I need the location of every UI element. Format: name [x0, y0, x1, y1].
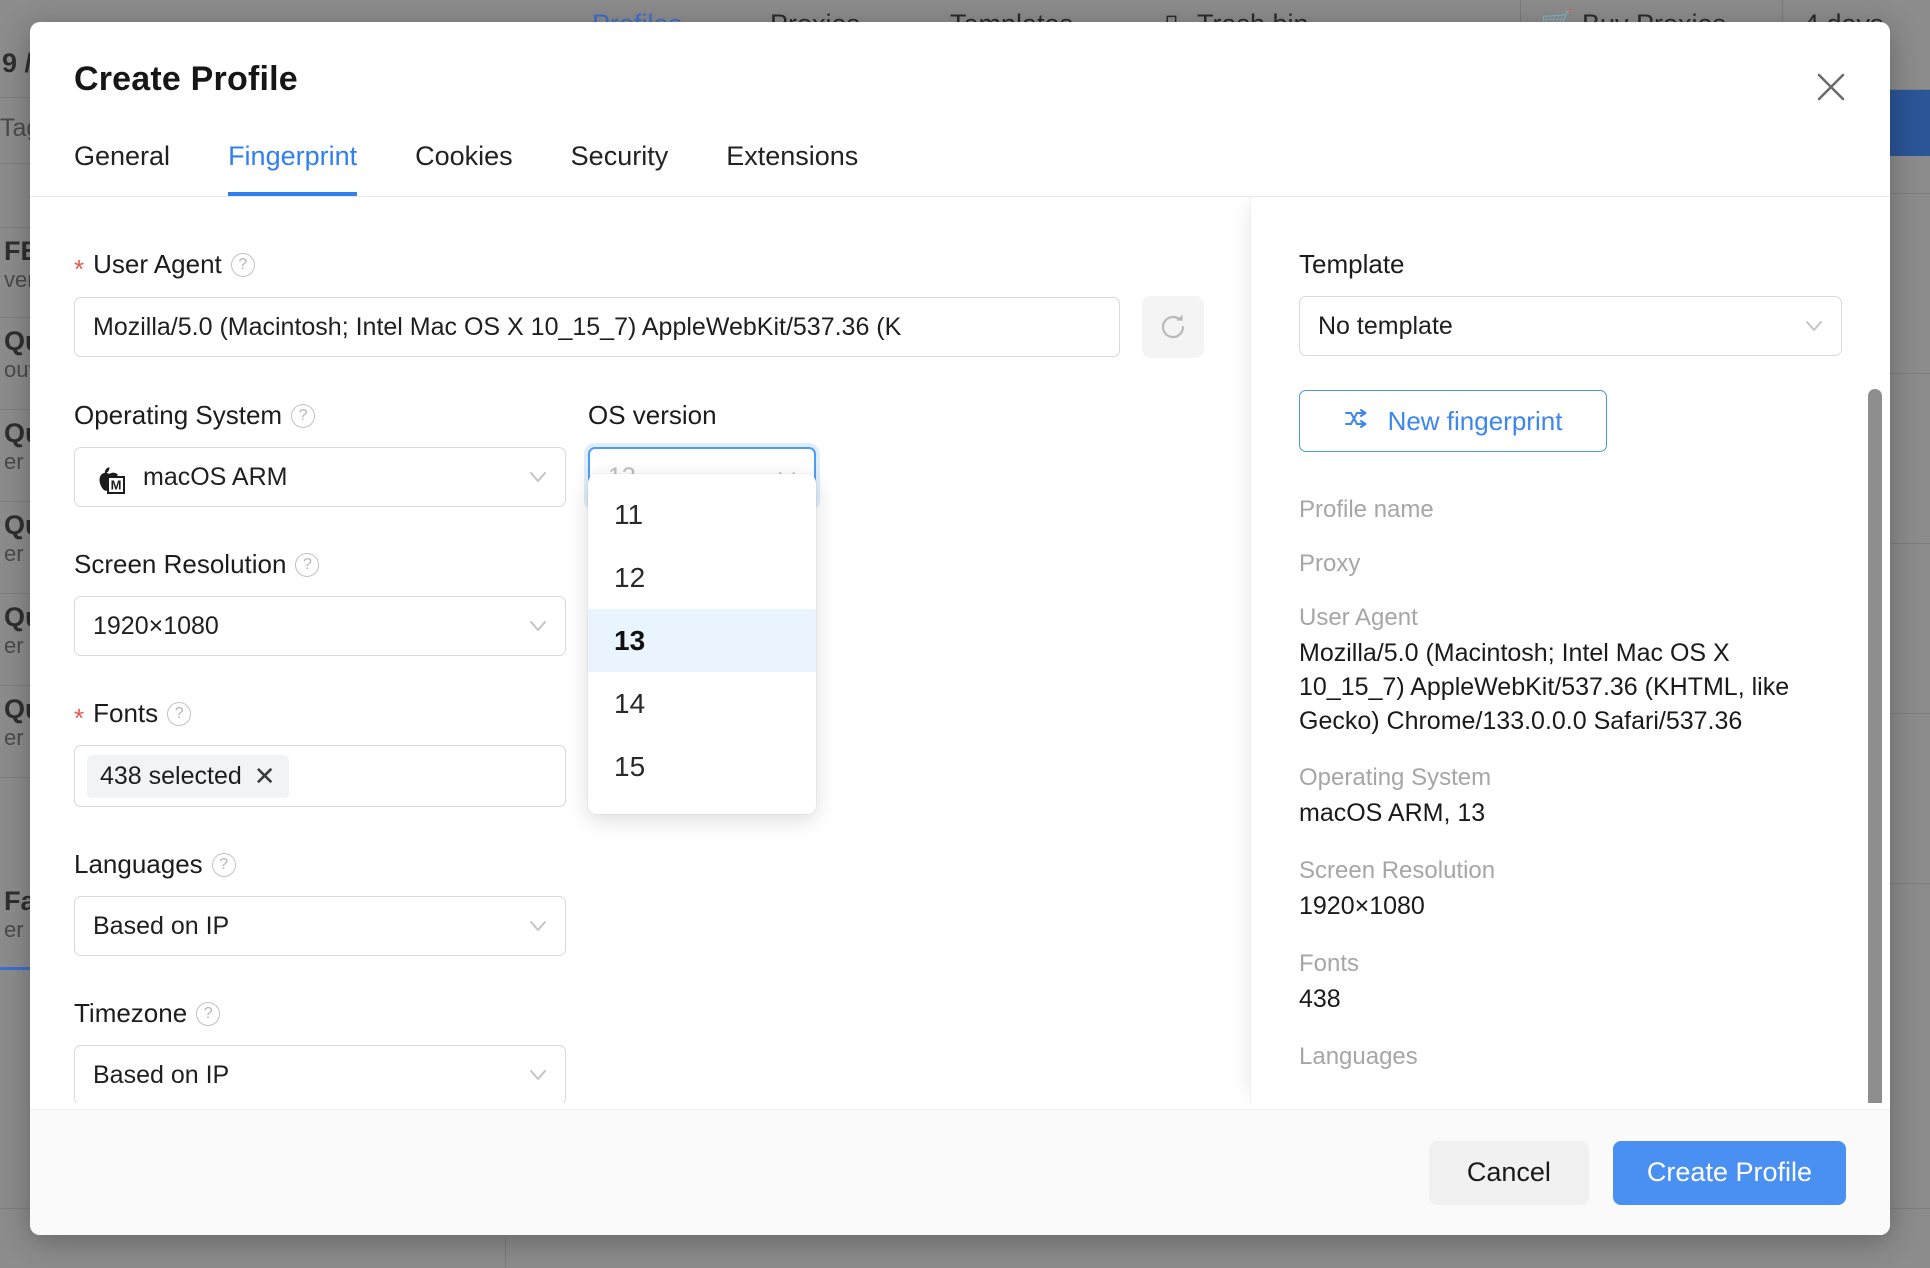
- os-version-option-12[interactable]: 12: [588, 546, 816, 609]
- user-agent-row: Mozilla/5.0 (Macintosh; Intel Mac OS X 1…: [74, 296, 1204, 358]
- os-version-label-row: OS version: [588, 400, 816, 431]
- user-agent-label-row: * User Agent ?: [74, 249, 1250, 284]
- user-agent-label: User Agent: [93, 249, 222, 279]
- os-row: Operating System ? M macOS ARM OS versio…: [74, 400, 1250, 814]
- os-version-label: OS version: [588, 400, 717, 430]
- os-version-option-15[interactable]: 15: [588, 735, 816, 798]
- os-version-option-14[interactable]: 14: [588, 672, 816, 735]
- operating-system-label-row: Operating System ?: [74, 400, 566, 431]
- help-icon[interactable]: ?: [291, 403, 316, 428]
- chevron-down-icon: [527, 915, 549, 937]
- help-icon[interactable]: ?: [211, 852, 236, 877]
- tab-security[interactable]: Security: [571, 129, 669, 196]
- new-fingerprint-button[interactable]: New fingerprint: [1299, 390, 1607, 452]
- summary-key-operating-system: Operating System: [1299, 764, 1492, 792]
- page-title: Create Profile: [74, 60, 298, 98]
- operating-system-select[interactable]: M macOS ARM: [74, 447, 566, 507]
- field-operating-system: Operating System ? M macOS ARM: [74, 400, 566, 507]
- summary-key-proxy: Proxy: [1299, 550, 1361, 577]
- fonts-selected-tag: 438 selected ✕: [87, 754, 289, 798]
- field-screen-resolution: Screen Resolution ? 1920×1080: [74, 549, 566, 656]
- close-small-icon[interactable]: ✕: [254, 763, 276, 789]
- os-version-option-13[interactable]: 13: [588, 609, 816, 672]
- fonts-input[interactable]: 438 selected ✕: [74, 745, 566, 807]
- refresh-icon[interactable]: [1142, 296, 1204, 358]
- required-asterisk: *: [74, 253, 85, 284]
- shuffle-icon: [1344, 406, 1372, 437]
- help-icon[interactable]: ?: [230, 252, 255, 277]
- close-icon[interactable]: [1808, 64, 1854, 110]
- timezone-select[interactable]: Based on IP: [74, 1045, 566, 1103]
- summary-key-screen-resolution: Screen Resolution: [1299, 857, 1496, 884]
- help-icon[interactable]: ?: [295, 552, 320, 577]
- modal-body: * User Agent ? Mozilla/5.0 (Macintosh; I…: [30, 197, 1890, 1103]
- chevron-down-icon: [527, 615, 549, 637]
- required-asterisk: *: [74, 702, 85, 733]
- screen-resolution-select[interactable]: 1920×1080: [74, 596, 566, 656]
- os-version-dropdown: 11 12 13 14 15: [588, 474, 816, 814]
- languages-label-row: Languages ?: [74, 849, 566, 880]
- summary-value-screen-resolution: 1920×1080: [1299, 892, 1425, 920]
- field-os-version: OS version 13 11 12 13 14 15: [588, 400, 816, 814]
- tab-fingerprint[interactable]: Fingerprint: [228, 129, 358, 196]
- operating-system-value: macOS ARM: [143, 462, 288, 491]
- summary-list: Profile name Proxy User Agent Mozilla/5.…: [1299, 496, 1842, 1071]
- summary-key-fonts: Fonts: [1299, 949, 1360, 977]
- timezone-label: Timezone: [74, 998, 188, 1028]
- new-fingerprint-label: New fingerprint: [1387, 405, 1563, 436]
- field-timezone: Timezone ? Based on IP: [74, 998, 566, 1103]
- user-agent-input[interactable]: Mozilla/5.0 (Macintosh; Intel Mac OS X 1…: [74, 297, 1120, 357]
- field-languages: Languages ? Based on IP: [74, 849, 566, 956]
- fonts-label-row: * Fonts ?: [74, 698, 566, 733]
- modal-scrollbar[interactable]: [1868, 389, 1882, 1103]
- svg-text:M: M: [111, 478, 122, 493]
- summary-key-profile-name: Profile name: [1299, 496, 1434, 523]
- summary-value-fonts: 438: [1299, 984, 1341, 1013]
- field-fonts: * Fonts ? 438 selected ✕: [74, 698, 566, 807]
- chevron-down-icon: [527, 466, 549, 488]
- modal-tabs: General Fingerprint Cookies Security Ext…: [30, 129, 1890, 197]
- chevron-down-icon: [527, 1064, 549, 1086]
- chevron-down-icon: [1803, 315, 1825, 337]
- fonts-label: Fonts: [93, 698, 159, 728]
- apple-m-icon: M: [93, 460, 127, 494]
- help-icon[interactable]: ?: [196, 1001, 221, 1026]
- fingerprint-form: * User Agent ? Mozilla/5.0 (Macintosh; I…: [30, 197, 1250, 1103]
- languages-select[interactable]: Based on IP: [74, 896, 566, 956]
- template-label: Template: [1299, 249, 1405, 279]
- modal-header: Create Profile: [30, 22, 1890, 101]
- summary-value-user-agent: Mozilla/5.0 (Macintosh; Intel Mac OS X 1…: [1299, 639, 1790, 735]
- fingerprint-summary-panel: Template No template New fingerprint Pro…: [1250, 197, 1890, 1103]
- tab-cookies[interactable]: Cookies: [415, 129, 513, 196]
- operating-system-label: Operating System: [74, 400, 283, 430]
- tab-extensions[interactable]: Extensions: [726, 129, 858, 196]
- screen-resolution-value: 1920×1080: [93, 611, 219, 640]
- summary-value-operating-system: macOS ARM, 13: [1299, 799, 1486, 828]
- screen-resolution-label: Screen Resolution: [74, 549, 287, 579]
- summary-key-languages: Languages: [1299, 1042, 1418, 1070]
- languages-label: Languages: [74, 849, 203, 879]
- template-value: No template: [1318, 311, 1453, 340]
- field-user-agent: * User Agent ? Mozilla/5.0 (Macintosh; I…: [74, 249, 1250, 358]
- os-version-option-11[interactable]: 11: [588, 483, 816, 546]
- cancel-button[interactable]: Cancel: [1428, 1140, 1589, 1205]
- screen-resolution-label-row: Screen Resolution ?: [74, 549, 566, 580]
- modal-footer: Cancel Create Profile: [30, 1109, 1890, 1235]
- timezone-value: Based on IP: [93, 1060, 230, 1089]
- template-select[interactable]: No template: [1299, 296, 1842, 356]
- summary-key-user-agent: User Agent: [1299, 604, 1418, 631]
- bg-bottom-divider: [505, 1239, 506, 1268]
- tab-general[interactable]: General: [74, 129, 170, 196]
- create-profile-button[interactable]: Create Profile: [1612, 1140, 1846, 1205]
- help-icon[interactable]: ?: [167, 701, 192, 726]
- fonts-selected-tag-label: 438 selected: [100, 761, 242, 790]
- languages-value: Based on IP: [93, 911, 230, 940]
- timezone-label-row: Timezone ?: [74, 998, 566, 1029]
- create-profile-modal: Create Profile General Fingerprint Cooki…: [30, 22, 1890, 1235]
